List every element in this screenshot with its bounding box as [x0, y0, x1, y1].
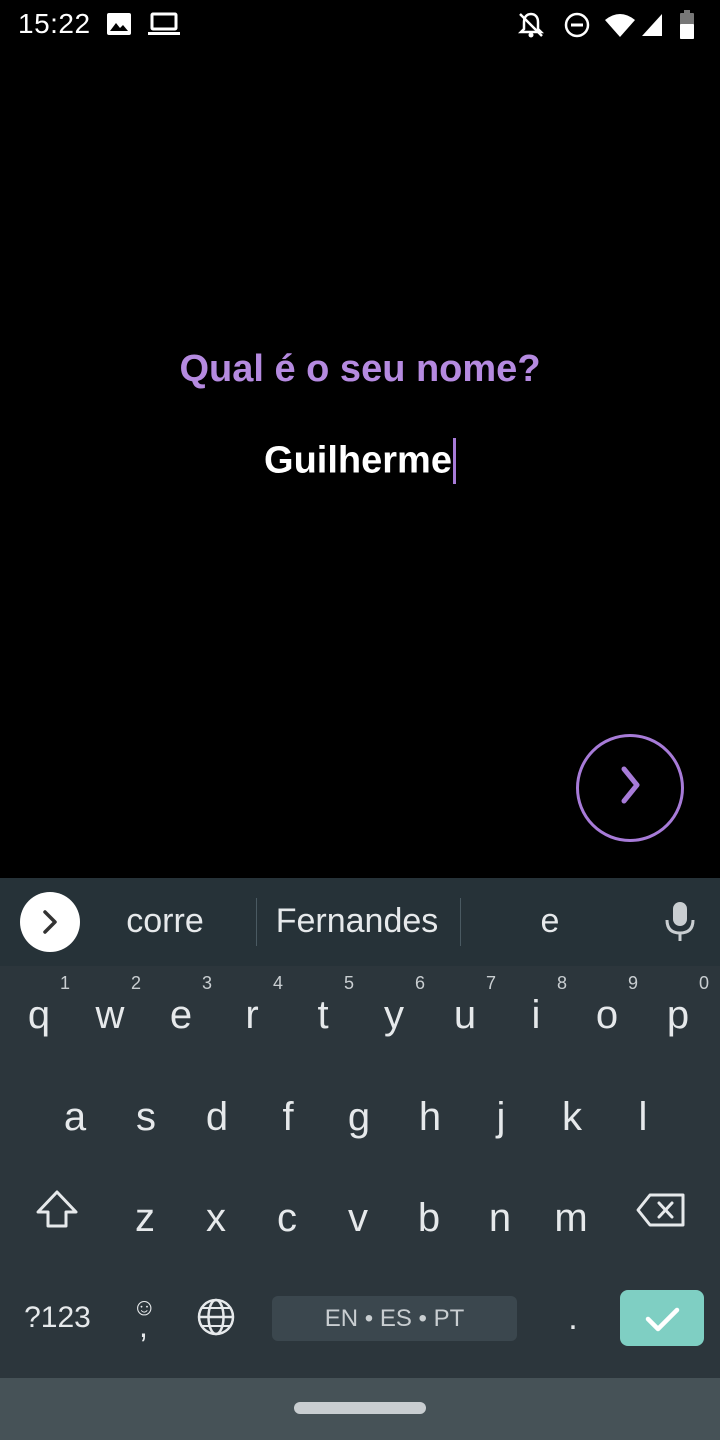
key-m[interactable]: m [536, 1169, 606, 1267]
key-hint: 3 [201, 973, 212, 993]
name-input[interactable]: Guilherme [0, 438, 720, 484]
key-hint: 7 [485, 973, 496, 993]
text-cursor [452, 438, 456, 484]
next-button[interactable] [576, 734, 684, 842]
key-hint: 9 [627, 973, 638, 993]
key-hint: 2 [130, 973, 141, 993]
key-hint: 6 [414, 973, 425, 993]
period-key[interactable]: . [548, 1278, 598, 1358]
navigation-bar [0, 1378, 720, 1440]
key-label: o [595, 993, 619, 1037]
suggestion-divider [256, 898, 257, 946]
key-label: r [245, 993, 259, 1037]
key-k[interactable]: k [537, 1068, 607, 1166]
wifi-icon [604, 12, 636, 43]
chevron-right-icon [43, 910, 57, 934]
status-bar: 15:22 [0, 0, 720, 50]
key-i[interactable]: i8 [501, 966, 571, 1064]
key-y[interactable]: y6 [359, 966, 429, 1064]
key-area: q1 w2 e3 r4 t5 y6 u7 i8 o9 p0 a s d f g … [0, 966, 720, 1378]
key-z[interactable]: z [110, 1169, 180, 1267]
key-o[interactable]: o9 [572, 966, 642, 1064]
emoji-comma-key[interactable]: ☺ , [118, 1278, 174, 1358]
key-f[interactable]: f [253, 1068, 323, 1166]
key-x[interactable]: x [181, 1169, 251, 1267]
key-u[interactable]: u7 [430, 966, 500, 1064]
key-h[interactable]: h [395, 1068, 465, 1166]
key-n[interactable]: n [465, 1169, 535, 1267]
key-l[interactable]: l [608, 1068, 678, 1166]
soft-keyboard: corre Fernandes e q1 w2 e3 r4 t5 y6 u7 i… [0, 878, 720, 1378]
suggestion-strip: corre Fernandes e [0, 878, 720, 966]
home-gesture-pill[interactable] [294, 1402, 426, 1414]
key-label: p [666, 993, 690, 1037]
status-time: 15:22 [18, 8, 91, 39]
enter-key[interactable] [620, 1290, 704, 1346]
key-a[interactable]: a [40, 1068, 110, 1166]
notifications-off-icon [516, 10, 546, 45]
backspace-icon[interactable] [636, 1192, 686, 1233]
suggestion-1[interactable]: corre [95, 902, 235, 941]
key-j[interactable]: j [466, 1068, 536, 1166]
key-w[interactable]: w2 [75, 966, 145, 1064]
key-b[interactable]: b [394, 1169, 464, 1267]
key-label: q [27, 993, 51, 1037]
key-t[interactable]: t5 [288, 966, 358, 1064]
key-hint: 8 [556, 973, 567, 993]
key-label: u [453, 993, 477, 1037]
do-not-disturb-icon [562, 10, 592, 45]
key-label: y [384, 993, 404, 1037]
key-g[interactable]: g [324, 1068, 394, 1166]
key-e[interactable]: e3 [146, 966, 216, 1064]
key-p[interactable]: p0 [643, 966, 713, 1064]
key-label: t [317, 993, 329, 1037]
key-label: e [169, 993, 193, 1037]
key-hint: 4 [272, 973, 283, 993]
image-icon [106, 12, 132, 41]
laptop-icon [148, 12, 180, 41]
key-r[interactable]: r4 [217, 966, 287, 1064]
suggestion-divider [460, 898, 461, 946]
key-d[interactable]: d [182, 1068, 252, 1166]
cellular-signal-icon [640, 12, 664, 43]
key-s[interactable]: s [111, 1068, 181, 1166]
key-label: w [95, 993, 125, 1037]
key-hint: 0 [698, 973, 709, 993]
shift-icon[interactable] [34, 1188, 80, 1237]
suggestion-3[interactable]: e [480, 902, 620, 941]
key-label: i [531, 993, 541, 1037]
name-input-value: Guilherme [264, 439, 452, 482]
battery-icon [678, 10, 696, 45]
symbols-key[interactable]: ?123 [10, 1278, 105, 1358]
keyboard-menu-button[interactable] [20, 892, 80, 952]
key-v[interactable]: v [323, 1169, 393, 1267]
name-question: Qual é o seu nome? [179, 348, 541, 390]
chevron-right-icon [621, 766, 640, 804]
key-c[interactable]: c [252, 1169, 322, 1267]
space-key[interactable]: EN • ES • PT [272, 1296, 517, 1341]
globe-icon[interactable] [196, 1297, 236, 1342]
microphone-icon[interactable] [662, 900, 698, 949]
checkmark-icon [645, 1307, 680, 1332]
key-hint: 5 [343, 973, 354, 993]
key-hint: 1 [59, 973, 70, 993]
comma-label: , [139, 1308, 148, 1344]
key-q[interactable]: q1 [4, 966, 74, 1064]
